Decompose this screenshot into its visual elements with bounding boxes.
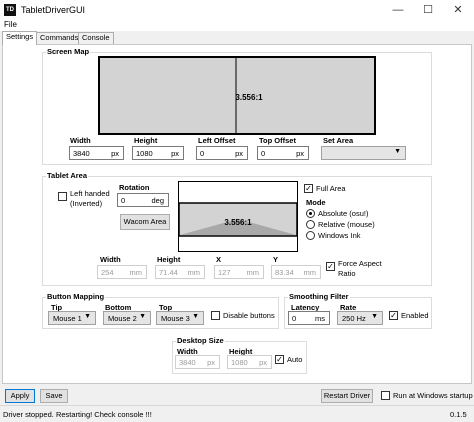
- screen-height-label: Height: [134, 136, 158, 145]
- desktop-height-input[interactable]: 1080 px: [227, 355, 272, 369]
- rate-select[interactable]: 250 Hz ▼: [337, 311, 383, 325]
- top-offset-input[interactable]: 0 px: [257, 146, 309, 160]
- chevron-down-icon: ▼: [394, 148, 401, 155]
- tab-commands[interactable]: Commands: [36, 32, 83, 44]
- title-bar: TD TabletDriverGUI — ☐ ✕: [0, 0, 474, 20]
- mode-windows-ink-label: Windows Ink: [318, 231, 361, 240]
- desktop-auto-checkbox[interactable]: ✓: [275, 355, 284, 364]
- save-button[interactable]: Save: [40, 389, 68, 403]
- rotation-input[interactable]: 0 deg: [117, 193, 169, 207]
- run-at-startup-label: Run at Windows startup: [393, 391, 473, 400]
- bottom-select[interactable]: Mouse 2 ▼: [103, 311, 151, 325]
- menu-bar: File: [0, 20, 474, 31]
- top-offset-label: Top Offset: [259, 136, 296, 145]
- tablet-area-preview[interactable]: [178, 181, 298, 252]
- desktop-size-title: Desktop Size: [176, 336, 225, 345]
- tip-select[interactable]: Mouse 1 ▼: [48, 311, 96, 325]
- chevron-down-icon: ▼: [371, 313, 378, 320]
- screen-width-label: Width: [70, 136, 91, 145]
- latency-input[interactable]: 0 ms: [288, 311, 330, 325]
- left-handed-label: Left handed (Inverted): [70, 189, 110, 208]
- set-area-select[interactable]: ▼: [321, 146, 406, 160]
- tablet-x-input[interactable]: 127 mm: [214, 265, 264, 279]
- smoothing-enabled-label: Enabled: [401, 311, 429, 320]
- chevron-down-icon: ▼: [84, 313, 91, 320]
- full-area-label: Full Area: [316, 184, 346, 193]
- disable-buttons-label: Disable buttons: [223, 311, 275, 320]
- window-title: TabletDriverGUI: [21, 5, 86, 15]
- tab-console[interactable]: Console: [78, 32, 114, 44]
- rotation-label: Rotation: [119, 183, 150, 192]
- tab-settings[interactable]: Settings: [2, 31, 38, 45]
- tablet-y-label: Y: [273, 255, 279, 264]
- top-select[interactable]: Mouse 3 ▼: [156, 311, 204, 325]
- force-aspect-label: Force Aspect Ratio: [338, 259, 382, 278]
- mode-relative-radio[interactable]: [306, 220, 315, 229]
- wacom-area-button[interactable]: Wacom Area: [120, 214, 170, 230]
- mode-windows-ink-radio[interactable]: [306, 231, 315, 240]
- chevron-down-icon: ▼: [139, 313, 146, 320]
- version-label: 0.1.5: [450, 410, 467, 419]
- screen-map-title: Screen Map: [46, 47, 91, 56]
- run-at-startup-checkbox[interactable]: [381, 391, 390, 400]
- full-area-checkbox[interactable]: ✓: [304, 184, 313, 193]
- tablet-y-input[interactable]: 83.34 mm: [271, 265, 321, 279]
- left-offset-label: Left Offset: [198, 136, 236, 145]
- set-area-label: Set Area: [323, 136, 354, 145]
- desktop-auto-label: Auto: [287, 355, 303, 364]
- left-handed-checkbox[interactable]: [58, 192, 67, 201]
- tablet-x-label: X: [216, 255, 222, 264]
- status-message: Driver stopped. Restarting! Check consol…: [3, 410, 152, 419]
- menu-file[interactable]: File: [4, 20, 17, 29]
- button-mapping-title: Button Mapping: [46, 292, 106, 301]
- tablet-area-ratio: 3.556:1: [224, 218, 252, 227]
- force-aspect-checkbox[interactable]: ✓: [326, 262, 335, 271]
- mode-absolute-radio[interactable]: [306, 209, 315, 218]
- smoothing-title: Smoothing Filter: [288, 292, 350, 301]
- screen-height-input[interactable]: 1080 px: [132, 146, 184, 160]
- tablet-height-label: Height: [157, 255, 181, 264]
- mode-label: Mode: [306, 198, 326, 207]
- smoothing-enabled-checkbox[interactable]: ✓: [389, 311, 398, 320]
- close-icon[interactable]: ✕: [443, 0, 473, 20]
- screen-width-input[interactable]: 3840 px: [69, 146, 124, 160]
- desktop-width-input[interactable]: 3840 px: [175, 355, 220, 369]
- app-icon: TD: [4, 4, 16, 16]
- tablet-area-title: Tablet Area: [46, 171, 89, 180]
- tablet-width-input[interactable]: 254 mm: [97, 265, 147, 279]
- mode-relative-label: Relative (mouse): [318, 220, 375, 229]
- tablet-height-input[interactable]: 71.44 mm: [155, 265, 205, 279]
- minimize-icon[interactable]: —: [383, 0, 413, 20]
- left-offset-input[interactable]: 0 px: [196, 146, 248, 160]
- restart-driver-button[interactable]: Restart Driver: [321, 389, 373, 403]
- maximize-icon[interactable]: ☐: [413, 0, 443, 20]
- apply-button[interactable]: Apply: [5, 389, 35, 403]
- disable-buttons-checkbox[interactable]: [211, 311, 220, 320]
- status-bar: Driver stopped. Restarting! Check consol…: [0, 405, 474, 422]
- screen-map-ratio: 3.556:1: [235, 93, 263, 102]
- tablet-width-label: Width: [100, 255, 121, 264]
- chevron-down-icon: ▼: [192, 313, 199, 320]
- mode-absolute-label: Absolute (osu!): [318, 209, 369, 218]
